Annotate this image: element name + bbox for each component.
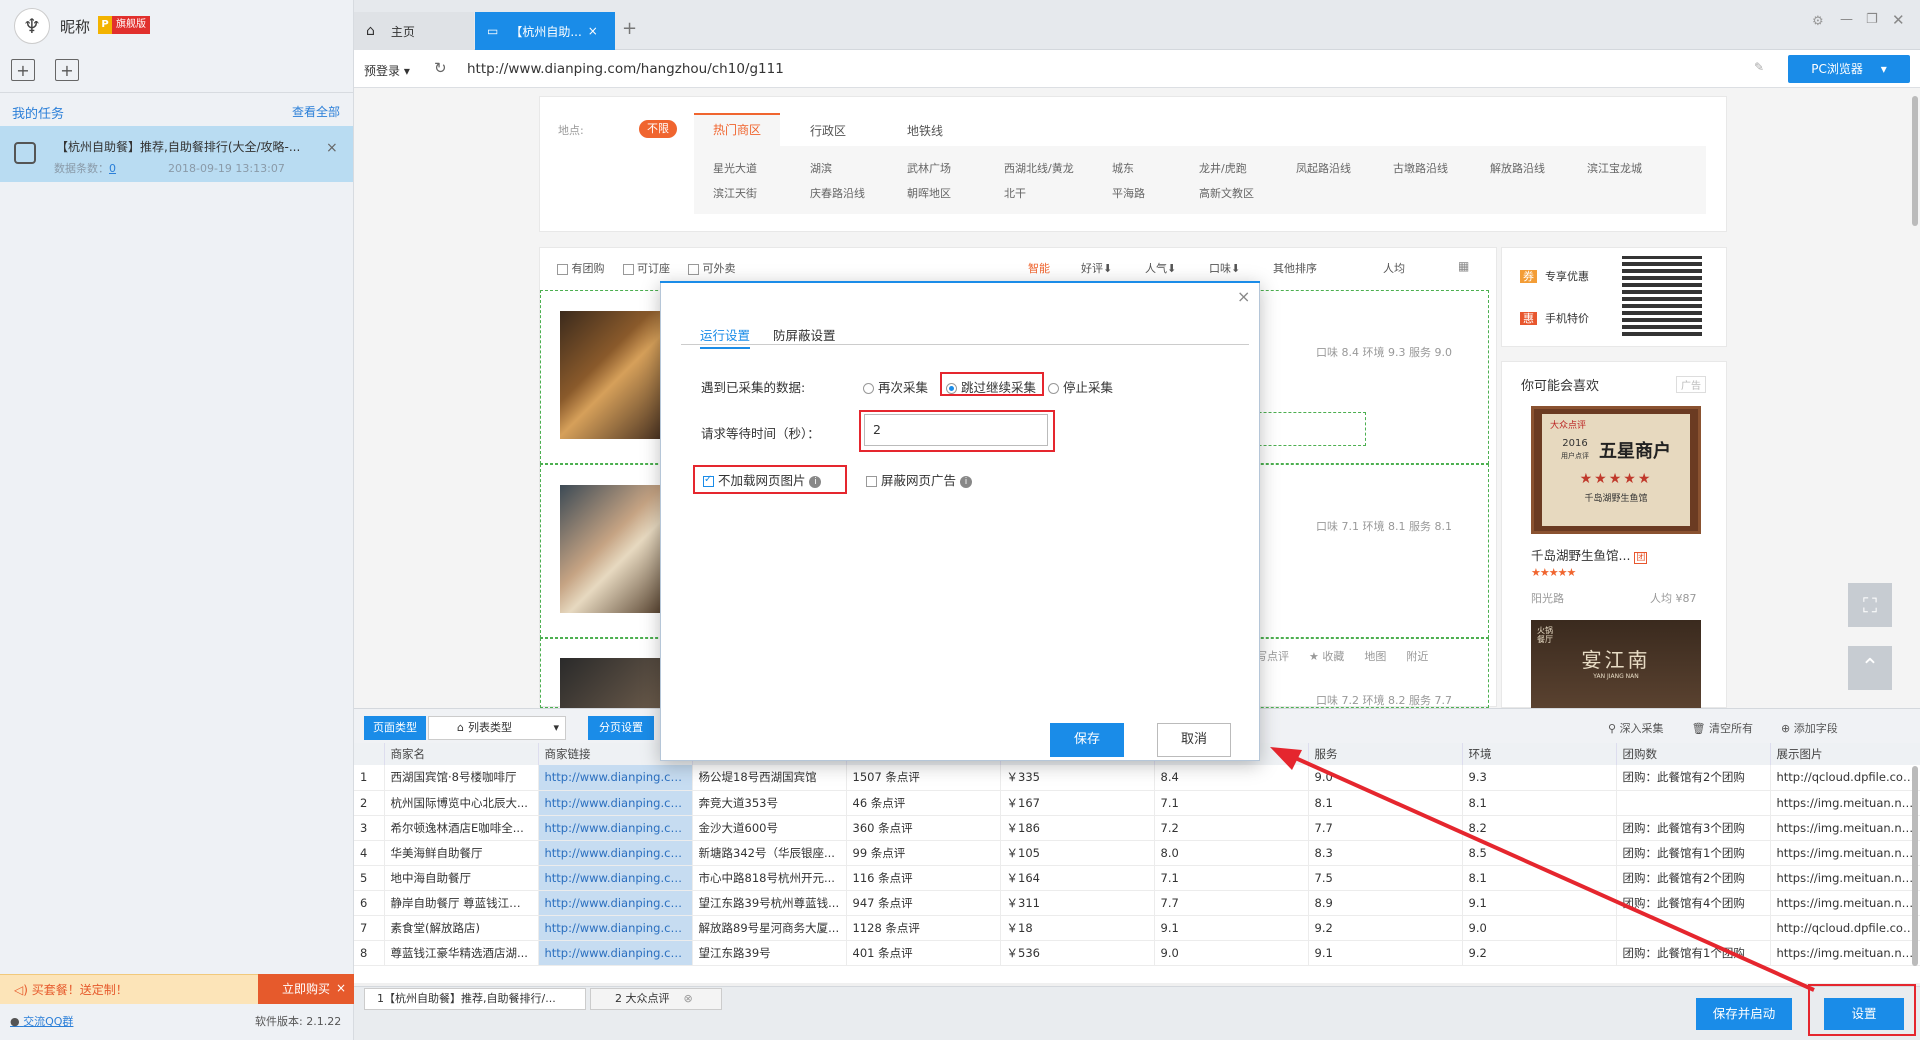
wait-highlight	[859, 410, 1055, 452]
option-recollect[interactable]: 再次采集	[863, 377, 928, 396]
block-ads-checkbox[interactable]: 屏蔽网页广告 i	[866, 470, 972, 489]
no-images-highlight	[693, 465, 847, 494]
skip-highlight	[940, 372, 1044, 396]
info-icon: i	[959, 475, 972, 488]
existing-data-label: 遇到已采集的数据:	[701, 380, 806, 395]
tab-anti-block[interactable]: 防屏蔽设置	[773, 325, 836, 344]
dialog-save-button[interactable]: 保存	[1050, 723, 1124, 757]
run-settings-dialog	[660, 281, 1260, 761]
option-stop[interactable]: 停止采集	[1048, 377, 1113, 396]
dialog-close-icon[interactable]: ×	[1237, 287, 1250, 306]
tab-run-settings[interactable]: 运行设置	[700, 325, 751, 349]
dialog-cancel-button[interactable]: 取消	[1157, 723, 1231, 757]
wait-time-label: 请求等待时间（秒）：	[701, 426, 820, 441]
